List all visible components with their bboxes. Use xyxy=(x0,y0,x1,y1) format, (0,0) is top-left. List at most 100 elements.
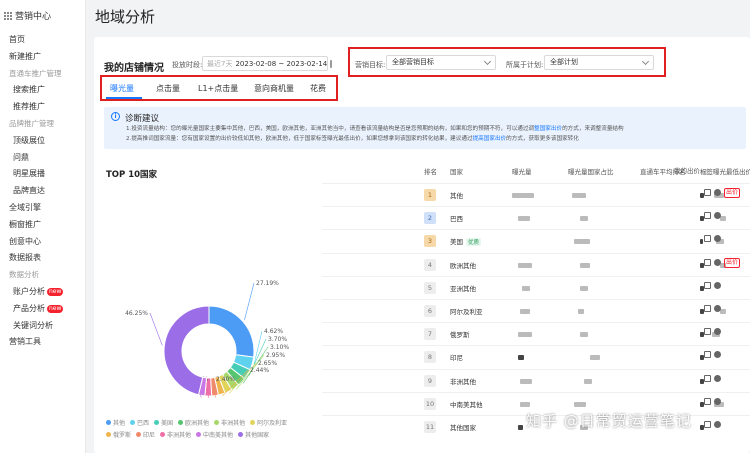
th-my-bid[interactable]: 我的出价 ? xyxy=(674,165,709,175)
legend-swatch xyxy=(238,432,244,437)
slice-leader-line xyxy=(244,282,255,321)
rank-badge: 9 xyxy=(424,374,436,387)
table-row[interactable]: 4 欧洲其他 xyxy=(322,252,750,276)
sidebar-item[interactable]: 搜索推广 xyxy=(0,82,86,99)
edit-bid-icon[interactable] xyxy=(704,189,711,196)
legend-item[interactable]: 非洲其他 xyxy=(160,430,191,442)
edit-bid-icon[interactable] xyxy=(704,351,711,359)
tab-spend[interactable]: 花费 xyxy=(310,83,326,94)
tab-impressions[interactable]: 曝光量 xyxy=(110,83,134,94)
sidebar-item[interactable]: 问鼎 xyxy=(0,150,86,167)
sidebar-item[interactable]: 产品分析 new xyxy=(0,301,86,318)
redacted-value xyxy=(720,309,726,314)
th-rank: 排名 xyxy=(424,168,437,176)
period-label: 投放时段: xyxy=(172,61,203,69)
bid-status-icon[interactable] xyxy=(714,421,721,428)
legend-swatch xyxy=(160,432,166,437)
slice-label: 2.44% xyxy=(250,367,269,374)
edit-bid-icon[interactable] xyxy=(704,397,711,405)
edit-bid-icon[interactable] xyxy=(704,258,711,266)
sidebar-item-label: 顶级展位 xyxy=(13,135,45,145)
sidebar-item[interactable]: 明星展播 xyxy=(0,166,86,183)
redacted-value xyxy=(720,216,726,222)
sidebar-item[interactable]: 顶级展位 xyxy=(0,133,86,150)
main-card: 我的店铺情况 投放时段: 最近7天 2023-02-08 ~ 2023-02-1… xyxy=(94,37,750,453)
edit-bid-icon[interactable] xyxy=(704,235,711,243)
country-name: 俄罗斯 xyxy=(450,329,470,339)
edit-bid-icon[interactable] xyxy=(704,328,711,336)
country-label: 俄罗斯 xyxy=(450,331,470,340)
table-row[interactable]: 2 巴西 xyxy=(322,206,750,229)
table-row[interactable]: 5 亚洲其他 xyxy=(322,275,750,299)
legend-item[interactable]: 非洲其他 xyxy=(214,418,245,430)
th-impression-share[interactable]: 曝光量国家占比 xyxy=(568,166,614,176)
tab-l1-clicks[interactable]: L1+点击量 xyxy=(198,83,238,94)
diagnosis-line-1-text: 1.投资流量结构：您的曝光量国家主要集中其他，巴西，美国，欧洲其他，亚洲其他当中… xyxy=(126,126,535,132)
legend-item[interactable]: 俄罗斯 xyxy=(106,430,131,442)
redacted-value xyxy=(700,239,703,245)
edit-bid-icon[interactable] xyxy=(704,374,711,382)
table-row[interactable]: 7 俄罗斯 xyxy=(322,322,750,345)
sidebar-item-label: 新建推广 xyxy=(9,51,41,61)
edit-bid-icon[interactable] xyxy=(704,212,711,220)
sidebar-item[interactable]: 数据报表 xyxy=(0,250,86,267)
legend-label: 美国 xyxy=(161,420,174,427)
sidebar-item[interactable]: 品牌直达 xyxy=(0,183,86,200)
sidebar-item[interactable]: 首页 xyxy=(0,32,86,49)
sidebar-item[interactable]: 营销工具 xyxy=(0,334,86,351)
bid-status-icon[interactable] xyxy=(714,305,721,312)
bid-status-icon[interactable] xyxy=(714,374,721,382)
tab-intent-leads[interactable]: 意向商机量 xyxy=(254,83,294,94)
raise-bid-link[interactable]: 提高国家出价 xyxy=(473,136,507,142)
edit-bid-icon[interactable] xyxy=(704,281,711,289)
date-range-picker[interactable]: 最近7天 2023-02-08 ~ 2023-02-14 xyxy=(202,56,333,71)
edit-bid-icon[interactable] xyxy=(704,305,711,312)
sidebar-header[interactable]: 营销中心 xyxy=(4,9,51,22)
tab-clicks[interactable]: 点击量 xyxy=(156,83,180,94)
edit-bid-icon[interactable] xyxy=(704,421,711,428)
active-tab-indicator xyxy=(106,97,142,99)
legend-item[interactable]: 阿尔及利亚 xyxy=(250,418,287,430)
sidebar-item[interactable]: 推荐推广 xyxy=(0,99,86,116)
bid-status-icon[interactable] xyxy=(714,258,721,266)
calendar-icon xyxy=(330,59,333,68)
help-icon[interactable]: ? xyxy=(702,169,709,175)
sidebar-item[interactable]: 新建推广 xyxy=(0,49,86,66)
bid-status-icon[interactable] xyxy=(714,397,721,405)
redacted-value xyxy=(518,216,530,222)
sidebar-item[interactable]: 账户分析 new xyxy=(0,284,86,301)
table-row[interactable]: 9 非洲其他 xyxy=(322,368,750,392)
sidebar-item[interactable]: 关键词分析 xyxy=(0,318,86,335)
legend-item[interactable]: 欧洲其他 xyxy=(178,418,209,430)
table-row[interactable]: 6 阿尔及利亚 xyxy=(322,299,750,322)
legend-item[interactable]: 巴西 xyxy=(130,418,149,430)
sidebar-item[interactable]: 创意中心 xyxy=(0,234,86,251)
bid-status-icon[interactable] xyxy=(714,281,721,289)
legend-item[interactable]: 其他 xyxy=(106,418,125,430)
adjust-bid-link[interactable]: 整国家出价 xyxy=(534,126,562,132)
sidebar-title: 营销中心 xyxy=(15,12,52,22)
goal-select[interactable]: 全部营销目标 xyxy=(386,55,496,70)
th-impressions[interactable]: 曝光量 xyxy=(512,166,532,176)
sidebar-item[interactable]: 橱窗推广 xyxy=(0,217,86,234)
country-name: 中南美其他 xyxy=(450,399,483,409)
legend-item[interactable]: 中南美其他 xyxy=(196,430,233,442)
sidebar-item-label: 营销工具 xyxy=(9,337,41,347)
legend-item[interactable]: 其他国家 xyxy=(238,430,269,442)
legend-item[interactable]: 美国 xyxy=(154,418,173,430)
legend-swatch xyxy=(106,432,111,437)
sidebar: 营销中心 首页 新建推广 直通车推广管理 搜索推广 推荐推广 品牌推广管理 顶级展位 问鼎 明星… xyxy=(0,0,86,453)
table-row[interactable]: 3 美国 优质 xyxy=(322,229,750,252)
donut-slice-0[interactable] xyxy=(208,305,255,358)
new-badge: new xyxy=(47,287,64,296)
sidebar-item[interactable]: 全域引擎 xyxy=(0,200,86,217)
table-row[interactable]: 8 印尼 xyxy=(322,345,750,368)
country-label: 美国 xyxy=(450,238,463,247)
legend-label: 俄罗斯 xyxy=(113,432,132,439)
plan-select[interactable]: 全部计划 xyxy=(544,55,654,70)
redacted-value xyxy=(518,332,532,338)
table-row[interactable]: 1 其他 xyxy=(322,183,750,206)
legend-item[interactable]: 印尼 xyxy=(136,430,155,442)
sidebar-item-label: 品牌直达 xyxy=(13,186,45,196)
bid-status-icon[interactable] xyxy=(714,189,721,196)
